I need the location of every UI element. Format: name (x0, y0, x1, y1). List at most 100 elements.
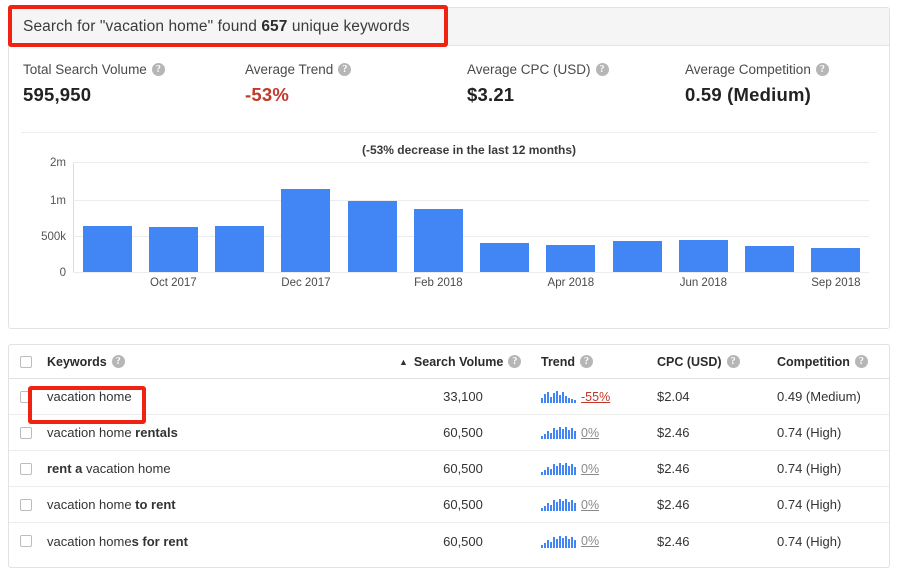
chart-bar-slot (140, 163, 206, 272)
row-select-cell[interactable] (9, 462, 43, 475)
table-row[interactable]: rent a vacation home 60,500 0% $2.46 0.74 (H… (9, 451, 889, 487)
metric-average-competition: Average Competition ? 0.59 (Medium) (685, 62, 885, 122)
chart-bars (74, 163, 869, 272)
chart-bar-slot (803, 163, 869, 272)
column-header-cpc[interactable]: CPC (USD) ? (657, 355, 777, 369)
table-row[interactable]: vacation home 33,100 -55% $2.04 0.49 (Medium… (9, 379, 889, 415)
cell-search-volume: 60,500 (443, 425, 483, 440)
chart-y-tick-label: 2m (50, 157, 66, 169)
metrics-row: Total Search Volume ? 595,950 Average Tr… (9, 46, 889, 122)
metric-label: Average Competition ? (685, 62, 885, 77)
search-result-header-text: Search for "vacation home" found 657 uni… (23, 18, 410, 36)
cell-cpc: $2.46 (657, 425, 690, 440)
chart-bar[interactable] (148, 226, 198, 272)
chart-bar[interactable] (678, 239, 728, 272)
cell-competition: 0.74 (High) (777, 461, 842, 476)
help-icon[interactable]: ? (151, 63, 165, 76)
metric-average-cpc: Average CPC (USD) ? $3.21 (467, 62, 685, 122)
cell-competition: 0.74 (High) (777, 533, 842, 549)
column-header-label: Competition (777, 354, 850, 369)
table-row[interactable]: vacation home to rent 60,500 0% $2.46 0.74 (… (9, 487, 889, 523)
cell-search-volume: 60,500 (443, 533, 483, 549)
trend-percent[interactable]: 0% (581, 426, 599, 440)
chart-y-tick-label: 500k (41, 231, 66, 244)
help-icon[interactable]: ? (726, 355, 740, 368)
column-header-trend[interactable]: Trend ? (541, 355, 657, 369)
metric-label-text: Average CPC (USD) (467, 62, 591, 77)
column-header-search-volume[interactable]: ▲ Search Volume ? (385, 355, 541, 369)
chart-y-tick-label: 0 (59, 267, 66, 279)
chart-bar-slot (737, 163, 803, 272)
chart-bar-slot (405, 163, 471, 272)
row-checkbox[interactable] (20, 462, 32, 475)
chart-bar[interactable] (347, 200, 397, 272)
trend-percent[interactable]: -55% (581, 390, 610, 404)
metric-value: $3.21 (467, 84, 515, 105)
chart-plot-area: 0 500k 1m 2m (41, 157, 869, 279)
row-checkbox[interactable] (20, 498, 32, 511)
column-header-label: Keywords (47, 354, 107, 369)
chart-bar[interactable] (480, 243, 530, 272)
cell-keyword[interactable]: vacation home rentals (43, 425, 385, 440)
metric-value: -53% (245, 84, 289, 105)
row-select-cell[interactable] (9, 390, 43, 403)
chart-bar[interactable] (811, 248, 861, 272)
chart-x-tick-label: Dec 2017 (281, 277, 331, 289)
row-select-cell[interactable] (9, 535, 43, 547)
select-all-checkbox[interactable] (20, 355, 32, 368)
select-all-cell[interactable] (9, 355, 43, 368)
cell-trend: 0% (541, 498, 657, 512)
metric-label: Average Trend ? (245, 62, 467, 77)
chart-bar[interactable] (215, 225, 265, 272)
row-select-cell[interactable] (9, 498, 43, 511)
column-header-keywords[interactable]: Keywords ? (43, 355, 385, 369)
help-icon[interactable]: ? (595, 63, 609, 76)
chart-bar-slot (670, 163, 736, 272)
row-checkbox[interactable] (20, 390, 32, 403)
column-header-label: Search Volume (413, 354, 504, 369)
metric-label-text: Average Competition (685, 62, 811, 77)
table-row[interactable]: vacation homes for rent 60,500 0% $2.46 0.74… (9, 523, 889, 559)
trend-percent[interactable]: 0% (581, 534, 599, 548)
chart-bar[interactable] (82, 225, 132, 272)
column-header-competition[interactable]: Competition ? (777, 354, 889, 369)
cell-search-volume: 33,100 (443, 389, 483, 404)
cell-trend: 0% (541, 462, 657, 476)
column-header-label: Trend (541, 354, 576, 369)
chart-bar[interactable] (546, 244, 596, 272)
help-icon[interactable]: ? (508, 355, 522, 368)
chart-bar-slot (207, 163, 273, 272)
sparkline-icon (541, 390, 576, 403)
table-row[interactable]: vacation home rentals 60,500 0% $2.46 0.74 (… (9, 415, 889, 451)
chart-bar-slot (339, 163, 405, 272)
row-checkbox[interactable] (20, 535, 32, 547)
cell-keyword[interactable]: vacation home (43, 389, 385, 404)
help-icon[interactable]: ? (580, 355, 594, 368)
trend-percent[interactable]: 0% (581, 498, 599, 512)
summary-card: Search for "vacation home" found 657 uni… (8, 7, 890, 329)
chart-bar-slot (604, 163, 670, 272)
cell-keyword[interactable]: vacation homes for rent (43, 534, 385, 549)
help-icon[interactable]: ? (815, 63, 829, 76)
cell-cpc: $2.04 (657, 389, 690, 404)
cell-keyword[interactable]: vacation home to rent (43, 497, 385, 512)
cell-keyword[interactable]: rent a vacation home (43, 461, 385, 476)
chart-bar[interactable] (745, 245, 795, 272)
cell-cpc: $2.46 (657, 461, 690, 476)
help-icon[interactable]: ? (338, 63, 352, 76)
trend-percent[interactable]: 0% (581, 462, 599, 476)
chart-bar[interactable] (413, 208, 463, 272)
chart-x-tick-labels: Oct 2017 Dec 2017 Feb 2018 Apr 2018 Jun 2018… (74, 277, 869, 295)
chart-bar[interactable] (612, 241, 662, 272)
help-icon[interactable]: ? (111, 355, 125, 368)
row-select-cell[interactable] (9, 426, 43, 439)
chart-x-tick-label: Oct 2017 (150, 277, 197, 289)
row-checkbox[interactable] (20, 426, 32, 439)
search-volume-chart: (-53% decrease in the last 12 months) 0 5… (21, 132, 877, 318)
metric-total-search-volume: Total Search Volume ? 595,950 (23, 62, 245, 122)
cell-trend: -55% (541, 390, 657, 404)
cell-trend: 0% (541, 534, 657, 548)
keywords-table-card: Keywords ? ▲ Search Volume ? Trend ? CPC… (8, 344, 890, 568)
chart-bar[interactable] (281, 188, 331, 272)
help-icon[interactable]: ? (854, 355, 868, 368)
